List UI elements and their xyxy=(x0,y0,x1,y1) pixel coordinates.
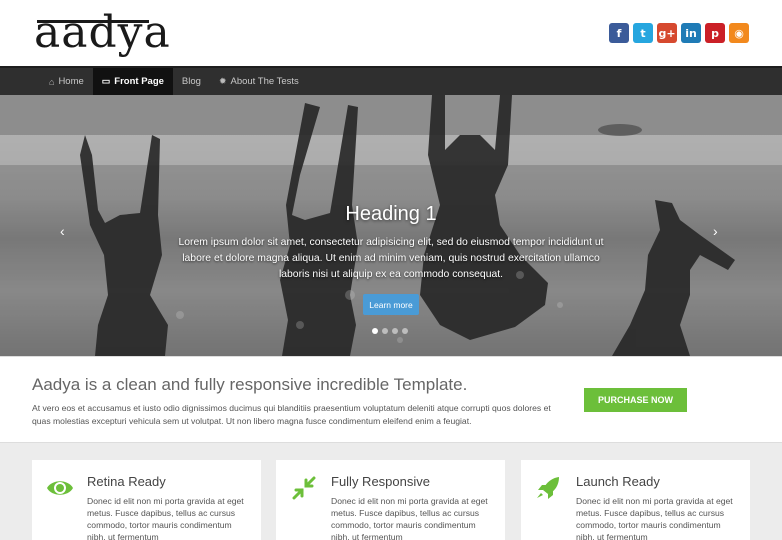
site-logo[interactable]: aadya xyxy=(34,4,171,62)
feature-text: Donec id elit non mi porta gravida at eg… xyxy=(331,496,488,540)
slider-dot[interactable] xyxy=(402,328,408,334)
home-icon: ⌂ xyxy=(49,76,55,87)
purchase-now-button[interactable]: PURCHASE NOW xyxy=(584,388,687,412)
feature-fully-responsive: Fully Responsive Donec id elit non mi po… xyxy=(276,460,505,540)
feature-launch-ready: Launch Ready Donec id elit non mi porta … xyxy=(521,460,750,540)
learn-more-button[interactable]: Learn more xyxy=(363,294,419,315)
rss-icon[interactable]: ◉ xyxy=(729,23,749,43)
nav-item-label: Blog xyxy=(181,76,201,87)
nav-item-label: About The Tests xyxy=(230,76,299,87)
feature-text: Donec id elit non mi porta gravida at eg… xyxy=(87,496,244,540)
social-links: f t g+ in p ◉ xyxy=(609,23,749,43)
slider-pagination xyxy=(372,328,408,334)
main-nav: ⌂ Home ▭ Front Page Blog ✹ About The Tes… xyxy=(0,66,782,95)
slider-dot[interactable] xyxy=(382,328,388,334)
google-plus-icon[interactable]: g+ xyxy=(657,23,677,43)
rocket-icon xyxy=(537,477,559,499)
gear-icon: ✹ xyxy=(218,76,227,86)
pinterest-icon[interactable]: p xyxy=(705,23,725,43)
feature-text: Donec id elit non mi porta gravida at eg… xyxy=(576,496,733,540)
page: aadya f t g+ in p ◉ ⌂ Home ▭ Front Page … xyxy=(0,0,782,540)
intro-title: Aadya is a clean and fully responsive in… xyxy=(32,375,468,394)
feature-title: Fully Responsive xyxy=(331,474,430,489)
nav-item-label: Home xyxy=(58,76,84,87)
facebook-icon[interactable]: f xyxy=(609,23,629,43)
slider-dot[interactable] xyxy=(392,328,398,334)
site-header: aadya f t g+ in p ◉ xyxy=(0,0,782,66)
intro-band: Aadya is a clean and fully responsive in… xyxy=(0,356,782,443)
slide-heading: Heading 1 xyxy=(345,203,437,225)
arrows-in-icon xyxy=(292,476,316,500)
hero-slider: Heading 1 Lorem ipsum dolor sit amet, co… xyxy=(0,95,782,356)
linkedin-icon[interactable]: in xyxy=(681,23,701,43)
slide-text: Lorem ipsum dolor sit amet, consectetur … xyxy=(178,237,604,280)
nav-item-front-page[interactable]: ▭ Front Page xyxy=(92,68,173,95)
intro-text: At vero eos et accusamus et iusto odio d… xyxy=(32,403,551,426)
eye-icon xyxy=(47,481,73,495)
chevron-left-icon[interactable]: ‹ xyxy=(60,223,65,239)
nav-item-label: Front Page xyxy=(114,76,164,87)
feature-retina-ready: Retina Ready Donec id elit non mi porta … xyxy=(32,460,261,540)
chevron-right-icon[interactable]: › xyxy=(713,223,718,239)
nav-item-home[interactable]: ⌂ Home xyxy=(40,68,93,95)
twitter-icon[interactable]: t xyxy=(633,23,653,43)
feature-title: Retina Ready xyxy=(87,474,166,489)
monitor-icon: ▭ xyxy=(101,76,111,86)
nav-item-about-the-tests[interactable]: ✹ About The Tests xyxy=(210,68,308,95)
nav-item-blog[interactable]: Blog xyxy=(173,68,210,95)
slider-dot[interactable] xyxy=(372,328,378,334)
feature-title: Launch Ready xyxy=(576,474,660,489)
